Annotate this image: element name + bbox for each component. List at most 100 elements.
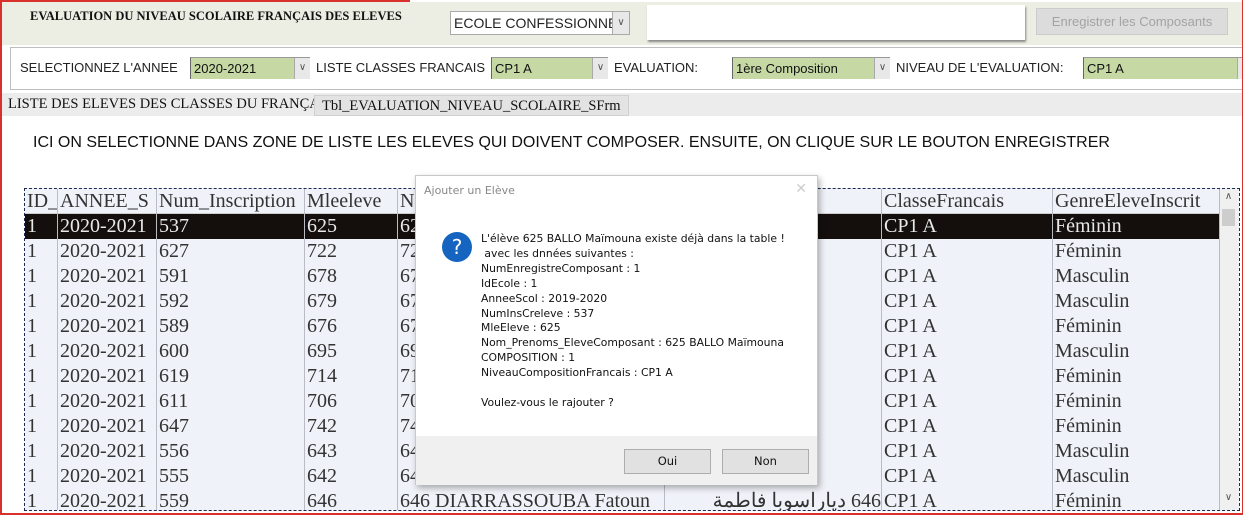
- cell-annee: 2020-2021: [58, 364, 157, 389]
- cell-classe: CP1 A: [882, 464, 1053, 489]
- cell-mleeleve: 742: [305, 414, 398, 439]
- chevron-down-icon[interactable]: ∨: [294, 58, 310, 79]
- cell-mleeleve: 678: [305, 264, 398, 289]
- cell-classe: CP1 A: [882, 214, 1053, 239]
- cell-num-inscription: 600: [157, 339, 305, 364]
- tab-student-list[interactable]: LISTE DES ELEVES DES CLASSES DU FRANÇAIS: [8, 96, 333, 113]
- cell-num-inscription: 559: [157, 489, 305, 510]
- vertical-scrollbar[interactable]: ∧ ∨: [1220, 189, 1237, 510]
- dialog-footer: Oui Non: [416, 436, 817, 485]
- cell-genre: Féminin: [1053, 214, 1220, 239]
- cell-mleeleve: 695: [305, 339, 398, 364]
- cell-id: 1: [25, 489, 58, 510]
- column-header-num-inscription[interactable]: Num_Inscription: [157, 189, 305, 214]
- cell-id: 1: [25, 464, 58, 489]
- evaluation-combo[interactable]: 1ère Composition ∨: [732, 57, 890, 79]
- yes-button[interactable]: Oui: [624, 449, 711, 474]
- chevron-down-icon[interactable]: ∨: [1220, 492, 1237, 508]
- cell-mleeleve: 643: [305, 439, 398, 464]
- app-title: EVALUATION DU NIVEAU SCOLAIRE FRANÇAIS D…: [30, 9, 402, 23]
- cell-id: 1: [25, 339, 58, 364]
- table-row[interactable]: 1 2020-2021 559 646 646 DIARRASSOUBA Fatoun 6…: [25, 489, 1220, 510]
- cell-genre: Masculin: [1053, 289, 1220, 314]
- cell-classe: CP1 A: [882, 314, 1053, 339]
- cell-num-inscription: 619: [157, 364, 305, 389]
- column-header-classe[interactable]: ClasseFrancais: [882, 189, 1053, 214]
- cell-annee: 2020-2021: [58, 464, 157, 489]
- scroll-thumb[interactable]: [1222, 209, 1235, 226]
- cell-id: 1: [25, 314, 58, 339]
- cell-id: 1: [25, 289, 58, 314]
- info-box: [647, 5, 1025, 40]
- cell-mleeleve: 722: [305, 239, 398, 264]
- column-header-genre[interactable]: GenreEleveInscrit: [1053, 189, 1220, 214]
- column-header-mleeleve[interactable]: Mleeleve: [305, 189, 398, 214]
- cell-annee: 2020-2021: [58, 414, 157, 439]
- chevron-down-icon[interactable]: ∨: [592, 58, 608, 79]
- add-student-dialog: Ajouter un Elève ✕ ? L'élève 625 BALLO M…: [415, 175, 818, 485]
- cell-annee: 2020-2021: [58, 389, 157, 414]
- cell-num-inscription: 589: [157, 314, 305, 339]
- cell-classe: CP1 A: [882, 414, 1053, 439]
- cell-genre: Masculin: [1053, 439, 1220, 464]
- cell-classe: CP1 A: [882, 364, 1053, 389]
- cell-num-inscription: 537: [157, 214, 305, 239]
- cell-num-inscription: 611: [157, 389, 305, 414]
- cell-classe: CP1 A: [882, 289, 1053, 314]
- no-button[interactable]: Non: [722, 449, 809, 474]
- instruction-text: ICI ON SELECTIONNE DANS ZONE DE LISTE LE…: [33, 134, 1110, 151]
- cell-id: 1: [25, 239, 58, 264]
- cell-genre: Féminin: [1053, 239, 1220, 264]
- cell-genre: Masculin: [1053, 464, 1220, 489]
- classes-combo[interactable]: CP1 A ∨: [491, 57, 608, 79]
- chevron-down-icon[interactable]: ∨: [874, 58, 890, 79]
- year-combo[interactable]: 2020-2021 ∨: [190, 57, 310, 79]
- cell-genre: Féminin: [1053, 389, 1220, 414]
- cell-genre: Masculin: [1053, 264, 1220, 289]
- cell-num-inscription: 627: [157, 239, 305, 264]
- school-combo-value: ECOLE CONFESSIONNELLE: [454, 15, 630, 31]
- level-label: NIVEAU DE L'EVALUATION:: [896, 60, 1064, 75]
- dialog-title: Ajouter un Elève: [424, 184, 515, 197]
- cell-id: 1: [25, 364, 58, 389]
- cell-num-inscription: 647: [157, 414, 305, 439]
- cell-genre: Féminin: [1053, 364, 1220, 389]
- chevron-down-icon[interactable]: ∨: [1237, 58, 1243, 79]
- cell-annee: 2020-2021: [58, 339, 157, 364]
- cell-nom-arabe: 646 دیاراسوبا فاطمة: [665, 489, 882, 510]
- column-header-annee[interactable]: ANNEE_S: [58, 189, 157, 214]
- tab-evaluation-subform[interactable]: Tbl_EVALUATION_NIVEAU_SCOLAIRE_SFrm: [314, 95, 629, 116]
- school-combo[interactable]: ECOLE CONFESSIONNELLE ∨: [450, 11, 630, 35]
- year-value: 2020-2021: [194, 61, 257, 76]
- cell-annee: 2020-2021: [58, 314, 157, 339]
- cell-classe: CP1 A: [882, 239, 1053, 264]
- cell-mleeleve: 646: [305, 489, 398, 510]
- cell-genre: Féminin: [1053, 314, 1220, 339]
- cell-annee: 2020-2021: [58, 214, 157, 239]
- cell-id: 1: [25, 264, 58, 289]
- classes-label: LISTE CLASSES FRANCAIS: [316, 60, 486, 75]
- cell-mleeleve: 714: [305, 364, 398, 389]
- cell-id: 1: [25, 214, 58, 239]
- cell-num-inscription: 556: [157, 439, 305, 464]
- cell-id: 1: [25, 439, 58, 464]
- cell-num-inscription: 591: [157, 264, 305, 289]
- close-icon[interactable]: ✕: [795, 181, 807, 197]
- cell-classe: CP1 A: [882, 264, 1053, 289]
- chevron-down-icon[interactable]: ∨: [612, 12, 629, 34]
- cell-mleeleve: 679: [305, 289, 398, 314]
- save-components-button[interactable]: Enregistrer les Composants: [1036, 8, 1228, 35]
- question-icon: ?: [442, 232, 472, 262]
- cell-classe: CP1 A: [882, 489, 1053, 510]
- cell-id: 1: [25, 389, 58, 414]
- evaluation-value: 1ère Composition: [736, 61, 838, 76]
- cell-mleeleve: 642: [305, 464, 398, 489]
- cell-classe: CP1 A: [882, 339, 1053, 364]
- cell-classe: CP1 A: [882, 439, 1053, 464]
- cell-num-inscription: 592: [157, 289, 305, 314]
- chevron-up-icon[interactable]: ∧: [1220, 191, 1237, 207]
- cell-genre: Masculin: [1053, 339, 1220, 364]
- cell-mleeleve: 706: [305, 389, 398, 414]
- level-combo[interactable]: CP1 A ∨: [1083, 57, 1243, 79]
- column-header-id[interactable]: ID_: [25, 189, 58, 214]
